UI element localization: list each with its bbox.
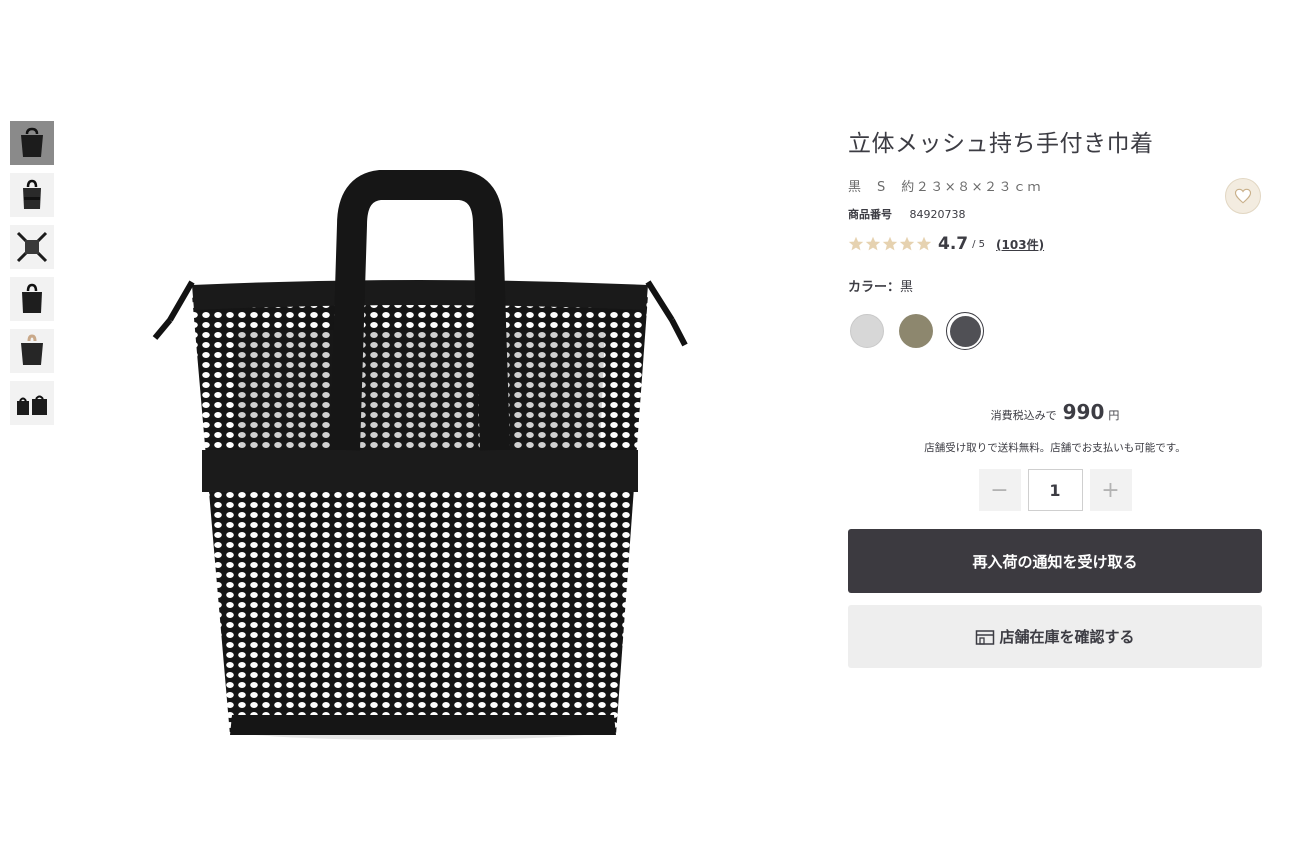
main-product-image <box>140 170 700 770</box>
quantity-decrease-button[interactable]: − <box>978 469 1021 511</box>
color-swatch-black[interactable] <box>946 312 984 350</box>
quantity-input[interactable]: 1 <box>1027 469 1083 511</box>
product-spec: 黒 S 約２３×８×２３ｃｍ <box>848 180 1043 195</box>
color-line: カラー：黒 <box>848 276 1262 295</box>
star-icon <box>916 236 932 251</box>
mesh-drawstring-bag-image <box>152 170 688 740</box>
rating: 4.7 / 5 (103件) <box>848 234 1262 254</box>
restock-notify-button[interactable]: 再入荷の通知を受け取る <box>848 529 1262 593</box>
price-currency: 円 <box>1108 409 1120 422</box>
bag-thumbnail-icon <box>16 231 48 263</box>
quantity-stepper: − 1 + <box>848 469 1262 511</box>
rating-out-of: / 5 <box>972 238 986 250</box>
bag-thumbnail-icon <box>21 127 43 157</box>
product-code: 84920738 <box>909 208 966 221</box>
tax-label: 消費税込みで <box>990 409 1057 422</box>
favorite-button[interactable] <box>1225 178 1261 214</box>
bag-thumbnail-icon <box>17 395 47 415</box>
color-swatch-khaki[interactable] <box>897 312 935 350</box>
rating-score: 4.7 <box>938 234 969 254</box>
price-amount: 990 <box>1062 400 1105 424</box>
product-info-panel: 立体メッシュ持ち手付き巾着 黒 S 約２３×８×２３ｃｍ 商品番号 849207… <box>848 118 1262 668</box>
color-swatch-light-gray[interactable] <box>848 312 886 350</box>
thumbnail-back[interactable] <box>10 173 54 217</box>
product-code-label: 商品番号 <box>848 208 892 221</box>
product-code-line: 商品番号 84920738 <box>848 206 1262 222</box>
color-label: カラー： <box>848 280 901 295</box>
price-line: 消費税込みで 990 円 <box>848 400 1262 424</box>
restock-notify-label: 再入荷の通知を受け取る <box>972 552 1138 571</box>
check-store-stock-button[interactable]: 店舗在庫を確認する <box>848 605 1262 668</box>
thumbnail-front[interactable] <box>10 121 54 165</box>
bag-thumbnail-icon <box>22 283 42 313</box>
store-icon <box>976 629 995 645</box>
quantity-increase-button[interactable]: + <box>1089 469 1132 511</box>
heart-icon <box>1234 188 1252 204</box>
bag-thumbnail-icon <box>23 179 41 209</box>
thumbnail-hand-held[interactable] <box>10 329 54 373</box>
star-icon <box>882 236 898 251</box>
thumbnail-lineup[interactable] <box>10 381 54 425</box>
check-store-stock-label: 店舗在庫を確認する <box>999 628 1135 646</box>
bag-thumbnail-icon <box>21 334 43 365</box>
color-swatches <box>848 312 1262 350</box>
product-title: 立体メッシュ持ち手付き巾着 <box>848 131 1154 157</box>
thumbnail-packed[interactable] <box>10 277 54 321</box>
rating-stars <box>848 236 933 252</box>
star-icon <box>865 236 881 251</box>
shipping-note: 店舗受け取りで送料無料。店舗でお支払いも可能です。 <box>924 442 1186 454</box>
star-icon <box>848 236 864 251</box>
thumbnail-list <box>10 121 54 433</box>
star-icon <box>899 236 915 251</box>
review-count-link[interactable]: (103件) <box>996 236 1044 253</box>
color-value: 黒 <box>900 280 914 295</box>
thumbnail-flat[interactable] <box>10 225 54 269</box>
